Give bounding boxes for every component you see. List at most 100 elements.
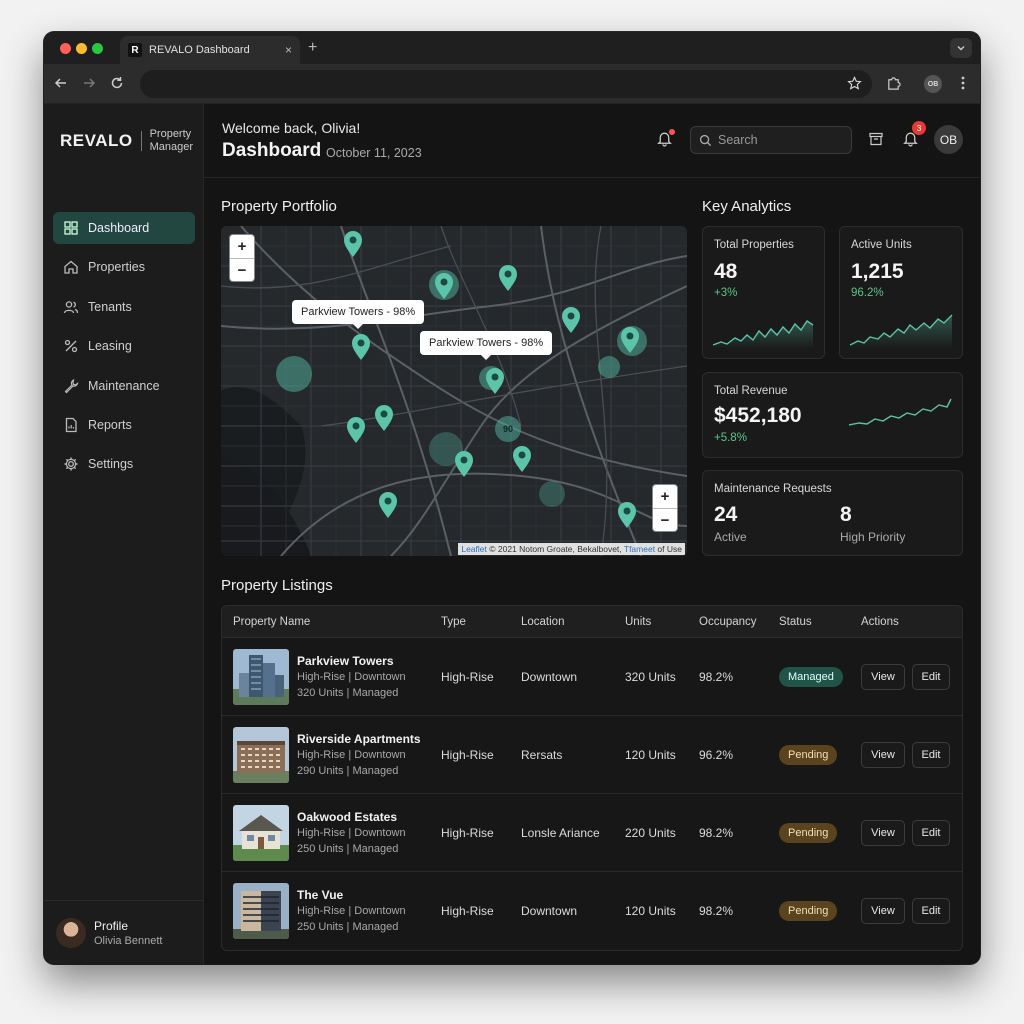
search-input[interactable]: [718, 133, 838, 147]
sidebar-item-label: Reports: [88, 417, 132, 432]
map-marker-icon[interactable]: [453, 450, 475, 478]
page-header: Welcome back, Olivia! Dashboard October …: [204, 104, 980, 178]
sidebar-item-reports[interactable]: Reports: [53, 409, 195, 441]
property-location: Lonsle Ariance: [521, 826, 600, 840]
sidebar-item-maintenance[interactable]: Maintenance: [53, 370, 195, 402]
sidebar-item-dashboard[interactable]: Dashboard: [53, 212, 195, 244]
property-occupancy: 98.2%: [699, 670, 734, 684]
map-marker-icon[interactable]: [377, 491, 399, 519]
map-marker-icon[interactable]: [511, 445, 533, 473]
total-properties-card[interactable]: Total Properties 48 +3%: [702, 226, 825, 359]
analytics-title: Key Analytics: [702, 198, 792, 215]
browser-profile-avatar[interactable]: OB: [924, 75, 942, 93]
map-marker-icon[interactable]: [345, 416, 367, 444]
view-button[interactable]: View: [861, 898, 905, 924]
status-badge: Pending: [779, 823, 838, 843]
active-units-card[interactable]: Active Units 1,215 96.2%: [839, 226, 963, 359]
attribution-link-terms[interactable]: Tfameet: [624, 544, 655, 554]
table-row[interactable]: The Vue High-Rise | Downtown 250 Units |…: [222, 872, 962, 950]
total-revenue-card[interactable]: Total Revenue $452,180 +5.8%: [702, 372, 963, 458]
edit-button[interactable]: Edit: [912, 664, 950, 690]
attribution-link[interactable]: Leaflet: [461, 544, 487, 554]
table-row[interactable]: Riverside Apartments High-Rise | Downtow…: [222, 716, 962, 794]
close-tab-icon[interactable]: ×: [285, 43, 292, 57]
map-cluster[interactable]: [598, 356, 620, 378]
map-marker-icon[interactable]: [484, 367, 506, 395]
attribution-text: © 2021 Notom Groate, Bekalbovet,: [486, 544, 624, 554]
minimize-window-button[interactable]: [76, 43, 87, 54]
sidebar-item-label: Tenants: [88, 299, 132, 314]
map-marker-icon[interactable]: [497, 264, 519, 292]
reload-button[interactable]: [108, 74, 126, 92]
brand-logo[interactable]: REVALO Property Manager: [60, 128, 202, 154]
view-button[interactable]: View: [861, 664, 905, 690]
sidebar-item-label: Leasing: [88, 339, 132, 354]
reload-icon: [111, 77, 123, 89]
property-location: Downtown: [521, 670, 578, 684]
property-type: High-Rise: [441, 670, 494, 684]
map-marker-icon[interactable]: [619, 326, 641, 354]
sidebar-item-leasing[interactable]: Leasing: [53, 330, 195, 362]
alerts-button[interactable]: [656, 129, 675, 152]
table-row[interactable]: Parkview Towers High-Rise | Downtown 320…: [222, 638, 962, 716]
new-tab-button[interactable]: +: [308, 39, 317, 57]
zoom-out-button[interactable]: −: [653, 508, 677, 531]
address-bar[interactable]: [140, 70, 872, 98]
browser-menu-button[interactable]: [954, 74, 972, 92]
edit-button[interactable]: Edit: [912, 898, 950, 924]
sidebar-item-tenants[interactable]: Tenants: [53, 291, 195, 323]
table-row[interactable]: Oakwood Estates High-Rise | Downtown 250…: [222, 794, 962, 872]
property-occupancy: 98.2%: [699, 904, 734, 918]
zoom-out-button[interactable]: −: [230, 258, 254, 281]
map-marker-icon[interactable]: [560, 306, 582, 334]
sidebar-profile[interactable]: Profile Olivia Bennett: [44, 900, 204, 964]
map-marker-icon[interactable]: [433, 272, 455, 300]
welcome-message: Welcome back, Olivia!: [222, 120, 361, 136]
edit-button[interactable]: Edit: [912, 742, 950, 768]
home-icon: [64, 261, 78, 275]
property-name: Riverside Apartments: [297, 732, 421, 746]
tab-search-button[interactable]: [950, 38, 972, 58]
zoom-in-button[interactable]: +: [230, 235, 254, 258]
edit-button[interactable]: Edit: [912, 820, 950, 846]
search-box[interactable]: [690, 126, 852, 154]
property-name: Oakwood Estates: [297, 810, 398, 824]
card-label: Total Revenue: [714, 385, 788, 397]
browser-tab[interactable]: R REVALO Dashboard ×: [120, 36, 300, 64]
back-button[interactable]: [52, 74, 70, 92]
view-button[interactable]: View: [861, 742, 905, 768]
map-marker-icon[interactable]: [373, 404, 395, 432]
sidebar-item-properties[interactable]: Properties: [53, 251, 195, 283]
notifications-button[interactable]: 3: [902, 121, 926, 152]
browser-window: R REVALO Dashboard × + OB REVALO Propert…: [44, 32, 980, 964]
view-button[interactable]: View: [861, 820, 905, 846]
more-vertical-icon: [961, 76, 965, 90]
property-type: High-Rise: [441, 826, 494, 840]
browser-tab-bar: R REVALO Dashboard × +: [44, 32, 980, 64]
maximize-window-button[interactable]: [92, 43, 103, 54]
property-units: 220 Units: [625, 826, 676, 840]
map-zoom-control: + −: [230, 235, 254, 281]
status-badge: Pending: [779, 901, 838, 921]
bookmark-star-icon[interactable]: [847, 76, 862, 91]
zoom-in-button[interactable]: +: [653, 485, 677, 508]
map-marker-icon[interactable]: [616, 501, 638, 529]
user-avatar[interactable]: OB: [934, 125, 963, 154]
extensions-button[interactable]: [884, 74, 902, 92]
sidebar-item-settings[interactable]: Settings: [53, 448, 195, 480]
card-delta: +3%: [714, 287, 738, 299]
property-map[interactable]: + − + − 90 Parkview Towers - 98% Parkvie…: [221, 226, 687, 556]
active-requests-label: Active: [714, 530, 747, 544]
map-cluster[interactable]: [539, 481, 565, 507]
map-marker-icon[interactable]: [350, 333, 372, 361]
column-header: Actions: [861, 616, 899, 628]
map-cluster[interactable]: [276, 356, 312, 392]
map-marker-icon[interactable]: [342, 230, 364, 258]
map-attribution: Leaflet © 2021 Notom Groate, Bekalbovet,…: [458, 543, 685, 555]
forward-button[interactable]: [80, 74, 98, 92]
maintenance-requests-card[interactable]: Maintenance Requests 24 Active 8 High Pr…: [702, 470, 963, 556]
property-occupancy: 96.2%: [699, 748, 734, 762]
map-cluster-count[interactable]: 90: [495, 416, 521, 442]
close-window-button[interactable]: [60, 43, 71, 54]
archive-button[interactable]: [868, 131, 884, 152]
